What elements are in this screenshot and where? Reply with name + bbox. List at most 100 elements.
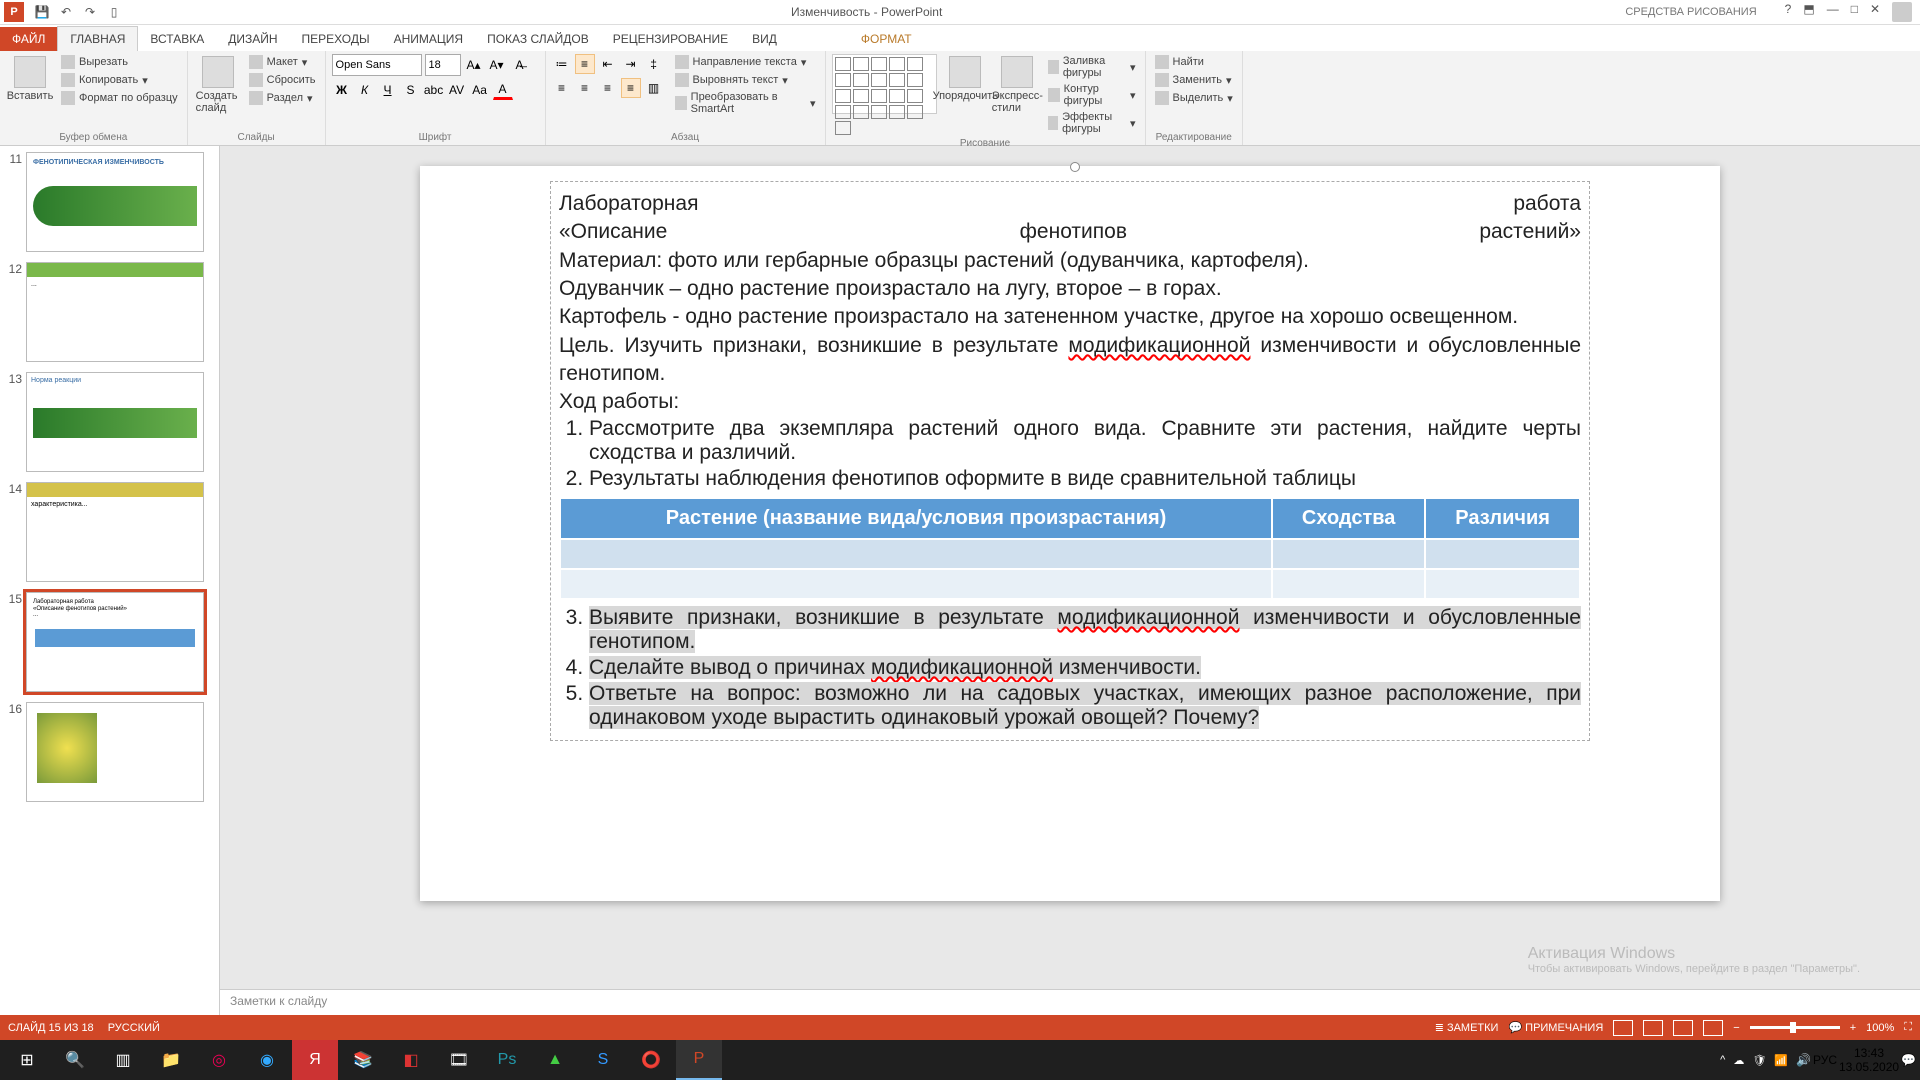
tab-view[interactable]: ВИД <box>740 27 789 51</box>
align-text-button[interactable]: Выровнять текст ▾ <box>672 72 819 88</box>
zoom-out-button[interactable]: − <box>1733 1022 1739 1034</box>
format-painter-button[interactable]: Формат по образцу <box>58 90 181 106</box>
cut-button[interactable]: Вырезать <box>58 54 181 70</box>
arrange-button[interactable]: Упорядочить <box>941 54 989 104</box>
redo-icon[interactable]: ↷ <box>82 4 98 20</box>
powerpoint-taskbar-button[interactable]: P <box>676 1040 722 1080</box>
bullets-button[interactable]: ≔ <box>552 54 572 74</box>
start-slideshow-icon[interactable]: ▯ <box>106 4 122 20</box>
decrease-font-button[interactable]: A▾ <box>487 55 507 75</box>
replace-button[interactable]: Заменить ▾ <box>1152 72 1236 88</box>
close-icon[interactable]: ✕ <box>1870 2 1880 22</box>
quick-styles-button[interactable]: Экспресс-стили <box>993 54 1041 116</box>
align-left-button[interactable]: ≡ <box>552 78 572 98</box>
minimize-icon[interactable]: — <box>1827 2 1839 22</box>
tab-transitions[interactable]: ПЕРЕХОДЫ <box>290 27 382 51</box>
zoom-in-button[interactable]: + <box>1850 1022 1856 1034</box>
underline-button[interactable]: Ч <box>378 80 398 100</box>
slide-counter[interactable]: СЛАЙД 15 ИЗ 18 <box>8 1022 94 1034</box>
normal-view-button[interactable] <box>1613 1020 1633 1036</box>
convert-smartart-button[interactable]: Преобразовать в SmartArt ▾ <box>672 90 819 116</box>
taskbar-app[interactable]: 📚 <box>340 1040 386 1080</box>
find-button[interactable]: Найти <box>1152 54 1236 70</box>
decrease-indent-button[interactable]: ⇤ <box>598 54 618 74</box>
taskbar-app[interactable]: ◎ <box>196 1040 242 1080</box>
tray-icon[interactable]: ☁ <box>1733 1054 1744 1067</box>
new-slide-button[interactable]: Создать слайд <box>194 54 242 116</box>
increase-font-button[interactable]: A▴ <box>464 55 484 75</box>
ribbon-options-icon[interactable]: ⬒ <box>1803 2 1814 22</box>
numbering-button[interactable]: ≡ <box>575 54 595 74</box>
help-icon[interactable]: ? <box>1785 2 1792 22</box>
slide-thumbnail-14[interactable]: характеристика... <box>26 482 204 582</box>
copy-button[interactable]: Копировать ▾ <box>58 72 181 88</box>
clear-formatting-button[interactable]: A̶ <box>510 55 530 75</box>
align-center-button[interactable]: ≡ <box>575 78 595 98</box>
layout-button[interactable]: Макет ▾ <box>246 54 319 70</box>
tab-home[interactable]: ГЛАВНАЯ <box>57 26 138 51</box>
slideshow-view-button[interactable] <box>1703 1020 1723 1036</box>
slide-canvas[interactable]: Лабораторнаяработа «Описаниефенотиповрас… <box>420 166 1720 901</box>
bold-button[interactable]: Ж <box>332 80 352 100</box>
task-view-button[interactable]: ▥ <box>100 1040 146 1080</box>
change-case-button[interactable]: Aa <box>470 80 490 100</box>
shapes-gallery[interactable] <box>832 54 938 114</box>
taskbar-app[interactable]: ◉ <box>244 1040 290 1080</box>
search-button[interactable]: 🔍 <box>52 1040 98 1080</box>
tray-network-icon[interactable]: 📶 <box>1774 1054 1788 1067</box>
italic-button[interactable]: К <box>355 80 375 100</box>
maximize-icon[interactable]: □ <box>1851 2 1858 22</box>
zoom-level[interactable]: 100% <box>1866 1022 1894 1034</box>
tab-animations[interactable]: АНИМАЦИЯ <box>382 27 475 51</box>
justify-button[interactable]: ≡ <box>621 78 641 98</box>
reset-button[interactable]: Сбросить <box>246 72 319 88</box>
tray-chevron-icon[interactable]: ^ <box>1720 1054 1725 1066</box>
slide-thumbnail-panel[interactable]: 11ФЕНОТИПИЧЕСКАЯ ИЗМЕНЧИВОСТЬ 12... 13Но… <box>0 146 220 1015</box>
slide-thumbnail-13[interactable]: Норма реакции <box>26 372 204 472</box>
tray-icon[interactable]: 🛡 <box>1752 1054 1766 1067</box>
tray-volume-icon[interactable]: 🔊 <box>1796 1053 1811 1067</box>
taskbar-app[interactable]: ▲ <box>532 1040 578 1080</box>
font-name-combo[interactable] <box>332 54 422 76</box>
taskbar-app[interactable]: 🎞 <box>436 1040 482 1080</box>
line-spacing-button[interactable]: ‡ <box>644 54 664 74</box>
file-explorer-button[interactable]: 📁 <box>148 1040 194 1080</box>
sorter-view-button[interactable] <box>1643 1020 1663 1036</box>
strikethrough-button[interactable]: abc <box>424 80 444 100</box>
section-button[interactable]: Раздел ▾ <box>246 90 319 106</box>
tray-clock[interactable]: 13:4313.05.2020 <box>1839 1046 1899 1075</box>
paste-button[interactable]: Вставить <box>6 54 54 104</box>
tab-review[interactable]: РЕЦЕНЗИРОВАНИЕ <box>601 27 740 51</box>
notes-toggle[interactable]: ≣ ЗАМЕТКИ <box>1435 1021 1499 1034</box>
columns-button[interactable]: ▥ <box>644 78 664 98</box>
comments-toggle[interactable]: 💬 ПРИМЕЧАНИЯ <box>1508 1021 1603 1034</box>
taskbar-app[interactable]: Ps <box>484 1040 530 1080</box>
tab-slideshow[interactable]: ПОКАЗ СЛАЙДОВ <box>475 27 601 51</box>
reading-view-button[interactable] <box>1673 1020 1693 1036</box>
fit-to-window-button[interactable]: ⛶ <box>1904 1021 1912 1034</box>
align-right-button[interactable]: ≡ <box>598 78 618 98</box>
increase-indent-button[interactable]: ⇥ <box>621 54 641 74</box>
shape-outline-button[interactable]: Контур фигуры ▾ <box>1045 82 1138 108</box>
shape-fill-button[interactable]: Заливка фигуры ▾ <box>1045 54 1138 80</box>
tab-file[interactable]: ФАЙЛ <box>0 27 57 51</box>
font-color-button[interactable]: A <box>493 80 513 100</box>
zoom-slider[interactable] <box>1750 1026 1840 1029</box>
taskbar-app[interactable]: ⭕ <box>628 1040 674 1080</box>
taskbar-app[interactable]: Я <box>292 1040 338 1080</box>
slide-thumbnail-11[interactable]: ФЕНОТИПИЧЕСКАЯ ИЗМЕНЧИВОСТЬ <box>26 152 204 252</box>
shape-effects-button[interactable]: Эффекты фигуры ▾ <box>1045 110 1138 136</box>
tab-design[interactable]: ДИЗАЙН <box>216 27 289 51</box>
language-indicator[interactable]: РУССКИЙ <box>108 1022 160 1034</box>
slide-thumbnail-15[interactable]: Лабораторная работа«Описание фенотипов р… <box>26 592 204 692</box>
start-button[interactable]: ⊞ <box>4 1040 50 1080</box>
comparison-table[interactable]: Растение (название вида/условия произрас… <box>559 497 1581 600</box>
undo-icon[interactable]: ↶ <box>58 4 74 20</box>
save-icon[interactable]: 💾 <box>34 4 50 20</box>
slide-thumbnail-12[interactable]: ... <box>26 262 204 362</box>
taskbar-app[interactable]: S <box>580 1040 626 1080</box>
content-textbox[interactable]: Лабораторнаяработа «Описаниефенотиповрас… <box>550 181 1590 741</box>
tray-language[interactable]: РУС <box>1813 1053 1837 1067</box>
tab-insert[interactable]: ВСТАВКА <box>138 27 216 51</box>
text-direction-button[interactable]: Направление текста ▾ <box>672 54 819 70</box>
